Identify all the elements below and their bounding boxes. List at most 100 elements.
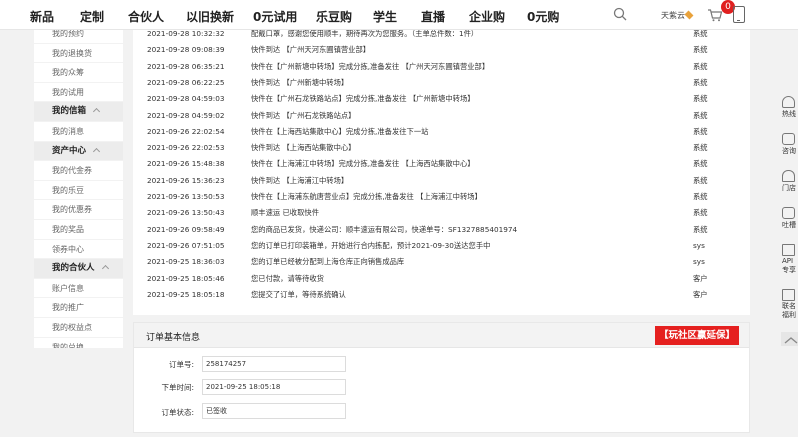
sidebar-item[interactable]: 我的预约	[34, 30, 123, 44]
back-to-top-button[interactable]	[781, 332, 798, 346]
order-number-label: 订单号:	[168, 360, 194, 369]
log-operator: 系统	[693, 159, 708, 169]
log-row: 2021-09-28 06:35:21 快件在【广州新塘中转场】完成分拣,准备发往…	[133, 59, 750, 75]
log-message: 快件在【上海浦江中转场】完成分拣,准备发往 【上海西站集散中心】	[251, 159, 475, 169]
sidebar-item[interactable]: 我的众筹	[34, 63, 123, 83]
log-message: 快件到达 【广州天河东圃镇营业部】	[251, 45, 371, 55]
log-row: 2021-09-25 18:36:03 您的订单已经被分配到上海仓库正向销售成品库…	[133, 254, 750, 270]
sidebar-item[interactable]: 我的退换货	[34, 44, 123, 64]
log-message: 配戴口罩，感谢您使用顺丰，期待再次为您服务。（主单总件数：1件）	[251, 30, 479, 38]
sidebar-item[interactable]: 我的优惠券	[34, 200, 123, 220]
log-operator: 系统	[693, 61, 708, 71]
grid-icon	[782, 244, 795, 256]
phone-icon[interactable]	[733, 6, 745, 23]
sidebar-item-label: 我的合伙人	[52, 263, 95, 274]
consult-button[interactable]: 咨询	[782, 133, 798, 156]
log-time: 2021-09-28 04:59:02	[147, 110, 225, 120]
log-time: 2021-09-26 15:36:23	[147, 175, 225, 185]
log-row: 2021-09-28 06:22:25 快件到达 【广州新塘中转场】 系统	[133, 75, 750, 91]
log-row: 2021-09-25 18:05:46 您已付款，请等待收货 客户	[133, 271, 750, 287]
log-row: 2021-09-26 22:02:54 快件在【上海西站集散中心】完成分拣,准备发…	[133, 124, 750, 140]
order-info-header: 订单基本信息 【玩社区赢延保】	[134, 323, 749, 348]
user-name[interactable]: 天紫云	[661, 10, 685, 21]
sidebar-item[interactable]: 我的奖品	[34, 220, 123, 240]
order-number-field: 258174257	[202, 356, 346, 372]
edit-icon	[782, 207, 795, 219]
sidebar-item[interactable]: 我的代金券	[34, 161, 123, 181]
hotline-button[interactable]: 热线	[782, 96, 798, 119]
chevron-up-icon[interactable]	[101, 265, 109, 273]
nav-item-ledou-shop[interactable]: 乐豆购	[316, 8, 352, 25]
co-brand-button[interactable]: 联名福利	[782, 289, 798, 320]
log-time: 2021-09-26 09:58:49	[147, 224, 225, 234]
log-row: 2021-09-26 22:02:53 快件到达 【上海西站集散中心】 系统	[133, 140, 750, 156]
sidebar-item-label: 我的推广	[52, 303, 84, 313]
sidebar-item[interactable]: 领券中心	[34, 240, 123, 260]
log-operator: 系统	[693, 110, 708, 120]
sidebar-item[interactable]: 我的推广	[34, 298, 123, 318]
log-row: 2021-09-26 09:58:49 您的商品已发货，快递公司：顺丰速运有限公司…	[133, 222, 750, 238]
feedback-button[interactable]: 吐槽	[782, 207, 798, 230]
nav-item-live[interactable]: 直播	[421, 8, 445, 25]
api-button[interactable]: API专享	[782, 244, 798, 275]
sidebar-section-header[interactable]: 我的合伙人	[34, 259, 123, 279]
nav-item-zero-buy[interactable]: 0元购	[527, 8, 559, 25]
log-row: 2021-09-26 13:50:53 快件在【上海浦东航唐营业点】完成分拣,准备…	[133, 189, 750, 205]
log-message: 您的订单已经被分配到上海仓库正向销售成品库	[251, 257, 405, 267]
log-operator: 客户	[693, 273, 708, 283]
nav-item-student[interactable]: 学生	[373, 8, 397, 25]
log-row: 2021-09-26 15:36:23 快件到达 【上海浦江中转场】 系统	[133, 173, 750, 189]
nav-item-enterprise[interactable]: 企业购	[469, 8, 505, 25]
sidebar-item[interactable]: 我的乐豆	[34, 181, 123, 201]
nav-item-free-trial[interactable]: 0元试用	[253, 8, 297, 25]
chevron-up-icon[interactable]	[92, 147, 101, 155]
sidebar-item-label: 我的众筹	[52, 68, 84, 78]
log-message: 您的商品已发货，快递公司：顺丰速运有限公司，快递单号：SF13278854019…	[251, 224, 518, 234]
sidebar-section-header[interactable]: 资产中心	[34, 141, 123, 162]
log-operator: sys	[693, 240, 705, 250]
cart-icon[interactable]	[707, 8, 723, 22]
log-operator: 系统	[693, 192, 708, 201]
search-icon[interactable]	[613, 7, 627, 21]
sidebar-item[interactable]: 我的试用	[34, 83, 123, 103]
sidebar-item-label: 我的兑换	[52, 342, 84, 348]
log-time: 2021-09-28 10:32:32	[147, 30, 225, 38]
log-time: 2021-09-26 22:02:54	[147, 126, 225, 136]
log-time: 2021-09-26 13:50:53	[147, 192, 225, 201]
store-icon	[782, 170, 795, 182]
log-time: 2021-09-28 06:22:25	[147, 77, 225, 87]
log-time: 2021-09-25 18:36:03	[147, 257, 225, 267]
store-button[interactable]: 门店	[782, 170, 798, 193]
sidebar-item-label: 我的试用	[52, 87, 84, 97]
log-row: 2021-09-26 07:51:05 您的订单已打印装箱单，开始进行合内拣配，预…	[133, 238, 750, 254]
log-row: 2021-09-28 09:08:39 快件到达 【广州天河东圃镇营业部】 系统	[133, 42, 750, 58]
log-time: 2021-09-26 07:51:05	[147, 240, 225, 250]
log-message: 快件在【上海浦东航唐营业点】完成分拣,准备发往 【上海浦江中转场】	[251, 192, 482, 201]
promo-banner[interactable]: 【玩社区赢延保】	[654, 326, 739, 345]
log-message: 快件到达 【上海西站集散中心】	[251, 143, 356, 153]
sidebar-section-header[interactable]: 我的信箱	[34, 102, 123, 122]
sidebar-item[interactable]: 账户信息	[34, 279, 123, 299]
sidebar-item[interactable]: 我的权益点	[34, 318, 123, 338]
nav-item-custom[interactable]: 定制	[80, 8, 104, 25]
nav-item-partner[interactable]: 合伙人	[128, 8, 164, 25]
sidebar-item-label: 我的奖品	[52, 225, 84, 234]
log-operator: 系统	[693, 94, 708, 104]
log-row: 2021-09-26 15:48:38 快件在【上海浦江中转场】完成分拣,准备发往…	[133, 156, 750, 172]
order-info-title: 订单基本信息	[146, 333, 201, 343]
log-operator: 系统	[693, 77, 708, 87]
chevron-up-icon[interactable]	[92, 108, 101, 116]
sidebar-item[interactable]: 我的消息	[34, 122, 123, 142]
sidebar-item-label: 我的退换货	[52, 48, 92, 58]
log-operator: 系统	[693, 175, 708, 185]
sidebar-item-label: 我的预约	[52, 30, 84, 38]
log-operator: 系统	[693, 126, 708, 136]
sidebar-item[interactable]: 我的兑换	[34, 338, 123, 348]
log-row: 2021-09-28 04:59:02 快件到达 【广州石龙铁路站点】 系统	[133, 108, 750, 124]
nav-item-trade-in[interactable]: 以旧换新	[186, 8, 234, 25]
nav-item-new[interactable]: 新品	[30, 8, 54, 25]
headset-icon	[782, 96, 795, 108]
order-status-field: 已签收	[202, 403, 346, 419]
log-message: 快件到达 【广州石龙铁路站点】	[251, 110, 356, 120]
log-operator: sys	[693, 257, 705, 267]
